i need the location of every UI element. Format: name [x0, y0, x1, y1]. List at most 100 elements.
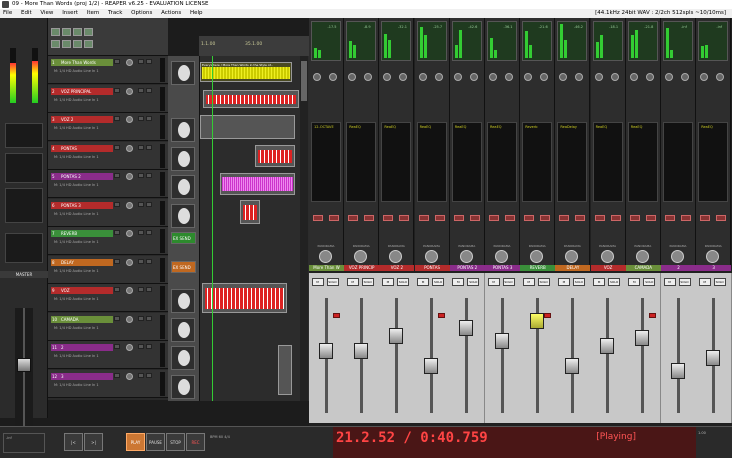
mute-button[interactable] [138, 230, 144, 235]
pan-knob[interactable] [706, 250, 720, 263]
route-knob[interactable] [489, 73, 497, 81]
solo-button[interactable] [146, 315, 152, 321]
phase-knob[interactable] [575, 73, 584, 81]
mute-button[interactable]: M [522, 278, 535, 286]
volume-knob[interactable] [126, 144, 133, 152]
mute-button[interactable]: M [381, 278, 394, 286]
volume-knob[interactable] [126, 230, 133, 237]
phase-knob[interactable] [716, 73, 725, 81]
route-knob[interactable] [629, 73, 638, 81]
mute-button[interactable] [138, 372, 144, 378]
ripple-icon[interactable] [73, 40, 82, 48]
track-row[interactable]: 6 PONTAS 3 M: 1/4 HD Audio Line In 1 [48, 198, 168, 227]
fader-cap[interactable] [424, 358, 439, 374]
fx-list[interactable]: ReaEQ [381, 122, 412, 202]
fx-name[interactable]: ReaEQ [455, 125, 467, 129]
menu-options[interactable]: Options [131, 10, 152, 16]
mute-button[interactable] [138, 87, 144, 93]
track-name[interactable]: 3 VOZ 2 [51, 116, 113, 123]
solo-button[interactable]: SOLO [361, 278, 374, 286]
master-insert-box[interactable] [5, 153, 43, 183]
output-button[interactable] [329, 215, 339, 221]
pause-button[interactable]: PAUSE [146, 433, 165, 451]
pan-knob[interactable] [459, 250, 473, 263]
route-knob[interactable] [418, 73, 427, 81]
mute-button[interactable] [138, 344, 144, 349]
fx-list[interactable]: ReaDelay [557, 122, 588, 202]
track-row[interactable]: 5 PONTAS 2 M: 1/4 HD Audio Line In 1 [48, 170, 168, 198]
volume-knob[interactable] [126, 87, 133, 95]
fx-list[interactable]: ReaEQ [346, 122, 377, 202]
track-row[interactable]: 11 2 M: 1/4 HD Audio Line In 1 [48, 341, 168, 369]
strip-name[interactable]: VOZ [590, 265, 626, 271]
strip-name[interactable]: 3 [696, 265, 732, 271]
phase-knob[interactable] [681, 73, 689, 81]
strip-name[interactable]: DELAY [555, 265, 591, 271]
solo-button[interactable]: SOLO [467, 278, 480, 286]
strip-name[interactable]: VOZ 2 [379, 265, 415, 271]
phase-knob[interactable] [505, 73, 513, 81]
solo-button[interactable] [146, 287, 152, 292]
input-button[interactable] [524, 215, 535, 221]
track-name[interactable]: 5 PONTAS 2 [51, 173, 113, 180]
output-button[interactable] [505, 215, 515, 221]
mute-button[interactable] [138, 144, 144, 150]
snap-icon[interactable] [62, 40, 71, 48]
menu-item[interactable]: Item [87, 10, 100, 16]
fader-cap[interactable] [670, 363, 685, 379]
record-arm-button[interactable] [114, 230, 120, 235]
rewind-button[interactable]: |< [64, 433, 83, 451]
menu-track[interactable]: Track [108, 10, 122, 16]
mute-button[interactable] [138, 116, 144, 121]
track-row[interactable]: 12 3 M: 1/4 HD Audio Line In 1 [48, 369, 168, 398]
track-input[interactable]: M: 1/4 HD Audio Line In 1 [54, 383, 99, 387]
fader-cap[interactable] [635, 330, 650, 346]
pan-knob[interactable] [671, 250, 684, 263]
fx-name[interactable]: Reverb [525, 125, 537, 129]
pan-knob[interactable] [565, 250, 579, 263]
volume-knob[interactable] [126, 116, 133, 123]
input-button[interactable] [629, 215, 640, 221]
track-name[interactable]: 2 VOZ PRINCIPAL [51, 87, 113, 95]
menu-insert[interactable]: Insert [62, 10, 78, 16]
play-button[interactable]: PLAY [126, 433, 145, 451]
audio-status[interactable]: [44.1kHz 24bit WAV : 2/2ch 512spls ~10/1… [595, 9, 726, 18]
fx-name[interactable]: ReaEQ [490, 125, 502, 129]
fx-list[interactable]: ReaEQ [416, 122, 447, 202]
solo-button[interactable] [146, 59, 152, 64]
record-arm-button[interactable] [332, 313, 340, 318]
master-fx-box[interactable] [5, 123, 43, 148]
fx-list[interactable]: ReaEQ [627, 122, 658, 202]
record-arm-button[interactable] [114, 344, 120, 349]
record-arm-button[interactable] [114, 144, 120, 150]
route-knob[interactable] [559, 73, 568, 81]
solo-button[interactable]: SOLO [713, 278, 726, 286]
fx-name[interactable]: 12-OCTAVE [314, 125, 334, 129]
strip-name[interactable]: VOZ PRINCIP [344, 265, 380, 271]
mute-button[interactable] [138, 287, 144, 292]
strip-name[interactable]: More Than W [309, 265, 344, 271]
input-button[interactable] [594, 215, 605, 221]
master-panorama[interactable] [5, 233, 43, 263]
mute-button[interactable]: M [452, 278, 465, 286]
fader-cap[interactable] [600, 338, 615, 354]
track-name[interactable]: 9 VOZ [51, 287, 113, 294]
input-button[interactable] [559, 215, 570, 221]
solo-button[interactable]: SOLO [396, 278, 409, 286]
mute-button[interactable] [138, 173, 144, 178]
strip-name[interactable]: 2 [661, 265, 696, 271]
fx-list[interactable]: ReaEQ [592, 122, 623, 202]
input-button[interactable] [383, 215, 394, 221]
mute-button[interactable] [138, 59, 144, 64]
fx-list[interactable]: ReaEQ [487, 122, 517, 202]
strip-name[interactable]: REVERB [520, 265, 556, 271]
solo-button[interactable] [146, 87, 152, 93]
track-input[interactable]: M: 1/4 HD Audio Line In 1 [54, 183, 99, 187]
record-arm-button[interactable] [543, 313, 551, 318]
track-name[interactable]: 7 REVERB [51, 230, 113, 237]
track-input[interactable]: M: 1/4 HD Audio Line In 1 [54, 98, 99, 102]
save-icon[interactable] [73, 28, 82, 36]
solo-button[interactable]: SOLO [678, 278, 691, 286]
clip-voz-principal[interactable] [203, 90, 299, 108]
output-button[interactable] [364, 215, 375, 221]
